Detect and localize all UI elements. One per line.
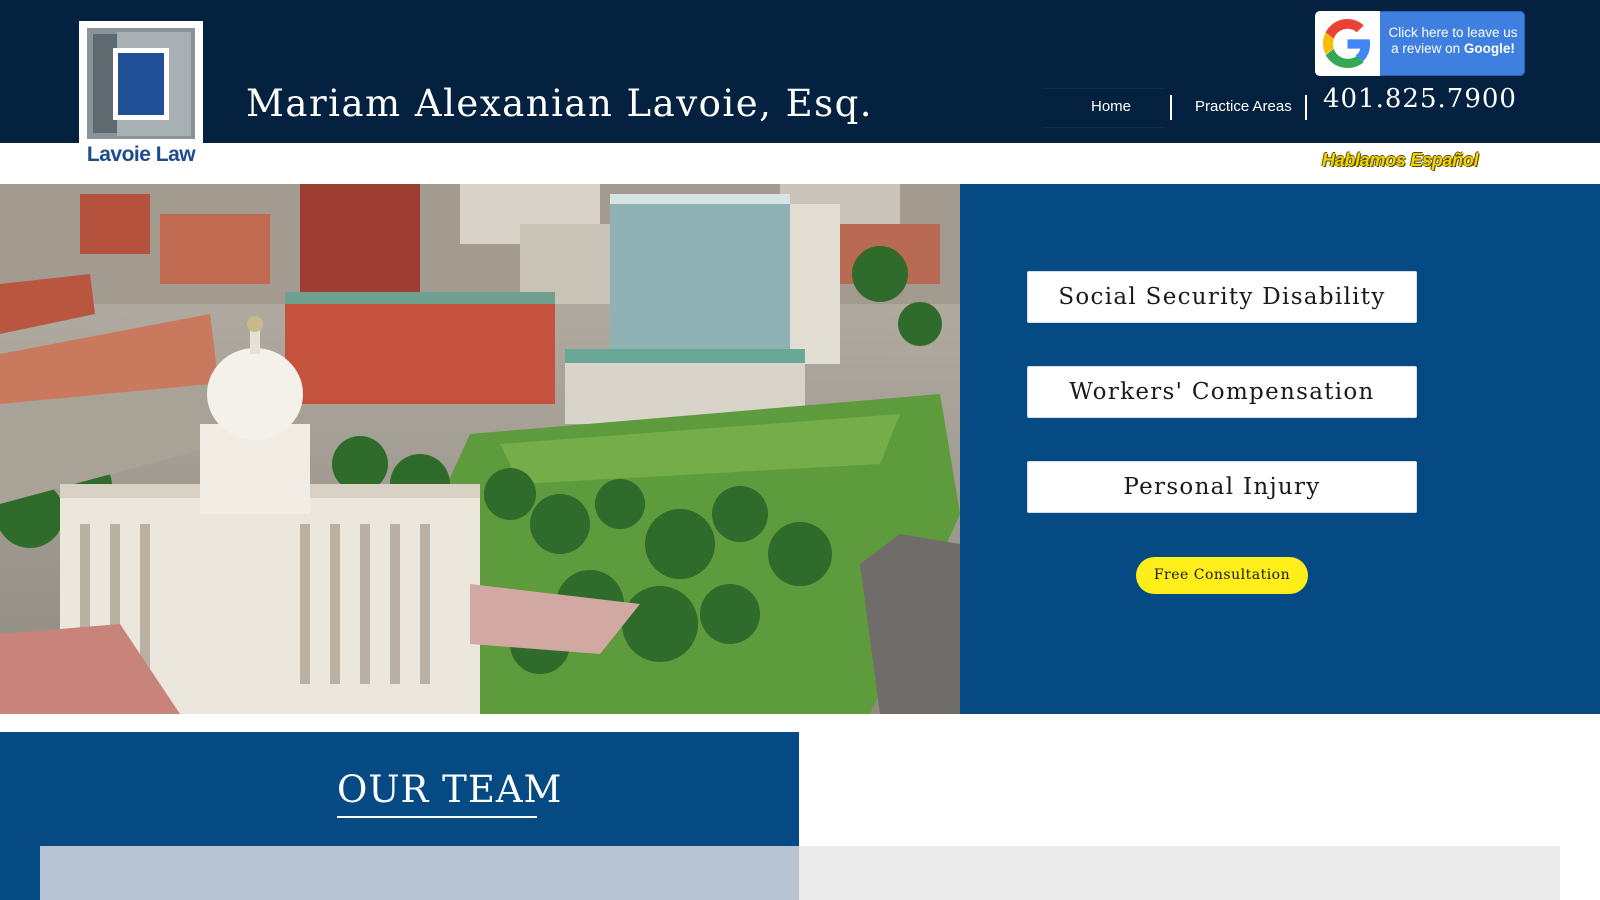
google-badge-line2: a review on Google!	[1383, 41, 1523, 57]
main-nav: Home Practice Areas	[1045, 88, 1320, 128]
site-header: Mariam Alexanian Lavoie, Esq. Click here…	[0, 0, 1600, 143]
logo-wordmark: Lavoie Law	[86, 143, 196, 166]
google-badge-line2-bold: Google!	[1463, 41, 1515, 56]
team-title-underline	[337, 816, 537, 818]
service-social-security-disability-button[interactable]: Social Security Disability	[1027, 271, 1417, 323]
nav-item-home[interactable]: Home	[1091, 98, 1131, 115]
nav-divider	[1305, 95, 1307, 120]
team-section-title: OUR TEAM	[337, 768, 563, 811]
providence-aerial-photo	[0, 184, 960, 714]
firm-name: Mariam Alexanian Lavoie, Esq.	[246, 82, 874, 125]
google-badge-line2-prefix: a review on	[1391, 41, 1464, 56]
team-card-right	[799, 846, 1560, 900]
services-panel: Social Security Disability Workers' Comp…	[960, 184, 1600, 714]
team-card-left	[40, 846, 799, 900]
phone-number[interactable]: 401.825.7900	[1323, 84, 1517, 114]
google-g-icon	[1315, 11, 1380, 76]
lm-logo-icon: M	[87, 28, 195, 139]
free-consultation-button[interactable]: Free Consultation	[1136, 557, 1308, 594]
nav-divider	[1170, 95, 1172, 120]
spanish-tagline: Hablamos Español	[1322, 150, 1479, 170]
service-workers-compensation-button[interactable]: Workers' Compensation	[1027, 366, 1417, 418]
site-logo[interactable]: M Lavoie Law	[79, 21, 203, 168]
svg-text:M: M	[114, 51, 167, 123]
service-personal-injury-button[interactable]: Personal Injury	[1027, 461, 1417, 513]
google-badge-text: Click here to leave us a review on Googl…	[1383, 25, 1523, 57]
nav-item-practice-areas[interactable]: Practice Areas	[1195, 98, 1292, 115]
google-review-badge[interactable]: Click here to leave us a review on Googl…	[1315, 11, 1525, 76]
google-badge-line1: Click here to leave us	[1388, 25, 1518, 40]
